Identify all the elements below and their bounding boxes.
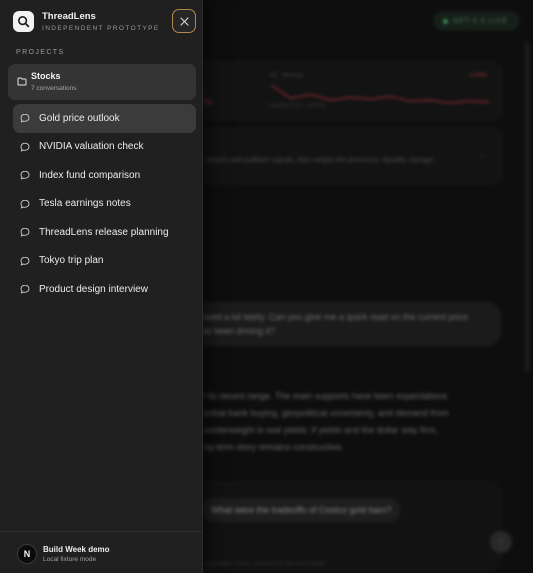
conversation-label: ThreadLens release planning (39, 226, 169, 238)
chat-bubble-icon (20, 199, 30, 209)
project-conversation-count: 7 conversations (31, 85, 77, 92)
close-icon (179, 16, 189, 26)
conversation-label: NVIDIA valuation check (39, 141, 144, 153)
chat-bubble-icon (20, 284, 30, 294)
account-name: Build Week demo (43, 545, 110, 554)
conversation-item[interactable]: ThreadLens release planning (13, 218, 196, 247)
conversation-label: Tokyo trip plan (39, 255, 104, 267)
section-label-projects: PROJECTS (16, 49, 65, 56)
conversation-label: Index fund comparison (39, 169, 141, 181)
chat-bubble-icon (20, 227, 30, 237)
sidebar: ThreadLens INDEPENDENT PROTOTYPE PROJECT… (0, 0, 203, 573)
app-tagline: INDEPENDENT PROTOTYPE (42, 25, 160, 32)
close-sidebar-button[interactable] (172, 9, 196, 33)
chat-bubble-icon (20, 113, 30, 123)
search-lens-icon (13, 11, 34, 32)
app-name: ThreadLens (42, 11, 96, 22)
account-footer[interactable]: N Build Week demo Local fixture mode (0, 531, 202, 573)
project-title: Stocks (31, 71, 61, 81)
account-mode: Local fixture mode (43, 556, 97, 563)
conversation-list: Gold price outlook NVIDIA valuation chec… (13, 104, 196, 304)
conversation-label: Tesla earnings notes (39, 198, 131, 210)
chat-bubble-icon (20, 256, 30, 266)
conversation-item[interactable]: Tokyo trip plan (13, 247, 196, 276)
brand: ThreadLens INDEPENDENT PROTOTYPE (13, 11, 160, 32)
conversation-item[interactable]: Index fund comparison (13, 161, 196, 190)
project-stocks[interactable]: Stocks 7 conversations (8, 64, 196, 100)
conversation-label: Product design interview (39, 283, 148, 295)
conversation-item[interactable]: Gold price outlook (13, 104, 196, 133)
conversation-item[interactable]: Product design interview (13, 275, 196, 304)
conversation-item[interactable]: Tesla earnings notes (13, 190, 196, 219)
folder-icon (17, 77, 27, 86)
conversation-label: Gold price outlook (39, 112, 120, 124)
chat-bubble-icon (20, 142, 30, 152)
avatar: N (17, 544, 37, 564)
conversation-item[interactable]: NVIDIA valuation check (13, 133, 196, 162)
chat-bubble-icon (20, 170, 30, 180)
